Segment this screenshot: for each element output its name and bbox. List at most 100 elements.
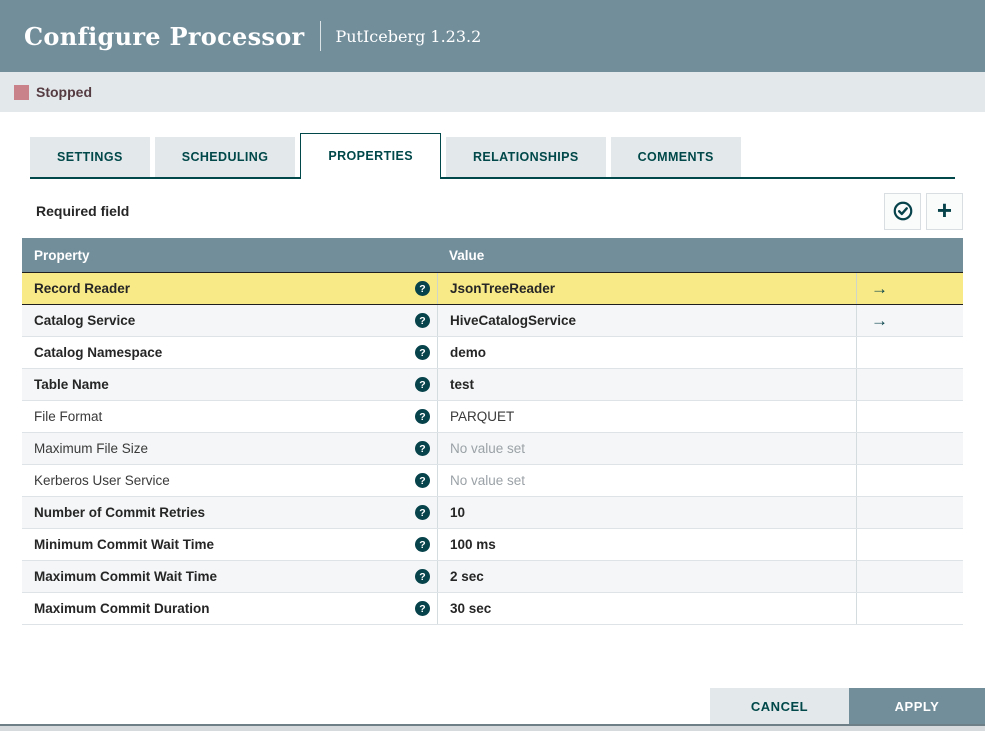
required-field-label: Required field: [36, 203, 130, 219]
value-cell[interactable]: 100 ms: [437, 529, 856, 560]
property-value: test: [450, 377, 475, 392]
table-row[interactable]: Kerberos User Service? No value set: [22, 465, 963, 497]
property-value: 100 ms: [450, 537, 496, 552]
actions-cell: [856, 593, 963, 624]
help-icon[interactable]: ?: [415, 441, 430, 456]
actions-cell: [856, 337, 963, 368]
property-value: No value set: [450, 473, 526, 488]
tab-comments[interactable]: COMMENTS: [610, 137, 741, 177]
property-cell: Table Name?: [22, 369, 437, 400]
value-cell[interactable]: PARQUET: [437, 401, 856, 432]
help-icon[interactable]: ?: [415, 281, 430, 296]
processor-type-version: PutIceberg 1.23.2: [335, 26, 482, 46]
property-cell: Maximum Commit Duration?: [22, 593, 437, 624]
table-row[interactable]: Catalog Service? HiveCatalogService →: [22, 305, 963, 337]
help-icon[interactable]: ?: [415, 537, 430, 552]
table-row[interactable]: Maximum Commit Duration? 30 sec: [22, 593, 963, 625]
dialog-footer: CANCEL APPLY: [710, 688, 985, 724]
verify-properties-button[interactable]: [884, 192, 921, 230]
table-row[interactable]: Table Name? test: [22, 369, 963, 401]
value-cell[interactable]: test: [437, 369, 856, 400]
tab-settings[interactable]: SETTINGS: [30, 137, 150, 177]
table-row[interactable]: Record Reader? JsonTreeReader →: [22, 272, 963, 305]
apply-button[interactable]: APPLY: [849, 688, 985, 724]
property-cell: Catalog Namespace?: [22, 337, 437, 368]
tab-properties[interactable]: PROPERTIES: [300, 133, 441, 179]
help-icon[interactable]: ?: [415, 569, 430, 584]
actions-cell: [856, 529, 963, 560]
add-property-button[interactable]: +: [926, 192, 963, 230]
value-cell[interactable]: demo: [437, 337, 856, 368]
cancel-button[interactable]: CANCEL: [710, 688, 849, 724]
property-cell: Number of Commit Retries?: [22, 497, 437, 528]
actions-cell: [856, 561, 963, 592]
tab-scheduling[interactable]: SCHEDULING: [154, 137, 296, 177]
property-cell: Catalog Service?: [22, 305, 437, 336]
property-name: Record Reader: [34, 281, 131, 296]
table-row[interactable]: Maximum Commit Wait Time? 2 sec: [22, 561, 963, 593]
property-name: File Format: [34, 409, 103, 424]
value-cell[interactable]: No value set: [437, 433, 856, 464]
table-row[interactable]: Catalog Namespace? demo: [22, 337, 963, 369]
actions-cell: [856, 401, 963, 432]
help-icon[interactable]: ?: [415, 601, 430, 616]
value-cell[interactable]: JsonTreeReader: [437, 273, 856, 304]
table-row[interactable]: Maximum File Size? No value set: [22, 433, 963, 465]
actions-cell: [856, 369, 963, 400]
help-icon[interactable]: ?: [415, 345, 430, 360]
property-value: HiveCatalogService: [450, 313, 577, 328]
help-icon[interactable]: ?: [415, 313, 430, 328]
property-cell: Minimum Commit Wait Time?: [22, 529, 437, 560]
property-name: Maximum File Size: [34, 441, 149, 456]
table-row[interactable]: Minimum Commit Wait Time? 100 ms: [22, 529, 963, 561]
status-bar: Stopped: [0, 72, 985, 112]
property-name: Kerberos User Service: [34, 473, 170, 488]
property-cell: File Format?: [22, 401, 437, 432]
property-name: Catalog Namespace: [34, 345, 163, 360]
dialog-header: Configure Processor PutIceberg 1.23.2: [0, 0, 985, 72]
go-to-service-icon[interactable]: →: [871, 280, 888, 297]
value-cell[interactable]: No value set: [437, 465, 856, 496]
help-icon[interactable]: ?: [415, 409, 430, 424]
property-cell: Record Reader?: [22, 273, 437, 304]
dialog-title: Configure Processor: [24, 21, 305, 51]
actions-cell: →: [856, 305, 963, 336]
actions-cell: →: [856, 273, 963, 304]
actions-cell: [856, 465, 963, 496]
property-name: Minimum Commit Wait Time: [34, 537, 215, 552]
configure-processor-dialog: Configure Processor PutIceberg 1.23.2 St…: [0, 0, 985, 731]
property-value: 30 sec: [450, 601, 492, 616]
value-cell[interactable]: 30 sec: [437, 593, 856, 624]
column-header-property: Property: [34, 247, 90, 263]
table-row[interactable]: File Format? PARQUET: [22, 401, 963, 433]
properties-toolbar: Required field +: [22, 192, 963, 230]
table-header: Property Value: [22, 238, 963, 272]
property-cell: Maximum Commit Wait Time?: [22, 561, 437, 592]
property-value: 2 sec: [450, 569, 484, 584]
help-icon[interactable]: ?: [415, 377, 430, 392]
value-cell[interactable]: 2 sec: [437, 561, 856, 592]
help-icon[interactable]: ?: [415, 473, 430, 488]
property-value: PARQUET: [450, 409, 515, 424]
tab-relationships[interactable]: RELATIONSHIPS: [445, 137, 606, 177]
property-value: No value set: [450, 441, 526, 456]
value-cell[interactable]: HiveCatalogService: [437, 305, 856, 336]
property-cell: Kerberos User Service?: [22, 465, 437, 496]
toolbar-buttons: +: [884, 192, 963, 230]
property-value: JsonTreeReader: [450, 281, 556, 296]
table-body: Record Reader? JsonTreeReader → Catalog Ser…: [22, 272, 963, 625]
properties-table: Property Value Record Reader? JsonTreeRea…: [22, 238, 963, 625]
property-name: Maximum Commit Duration: [34, 601, 210, 616]
column-header-value: Value: [449, 247, 485, 263]
stopped-status-icon: [14, 84, 29, 100]
property-value: 10: [450, 505, 466, 520]
table-row[interactable]: Number of Commit Retries? 10: [22, 497, 963, 529]
actions-cell: [856, 433, 963, 464]
canvas-edge: [0, 724, 985, 731]
property-name: Maximum Commit Wait Time: [34, 569, 218, 584]
help-icon[interactable]: ?: [415, 505, 430, 520]
status-label: Stopped: [36, 84, 92, 100]
plus-icon: +: [936, 194, 953, 225]
value-cell[interactable]: 10: [437, 497, 856, 528]
go-to-service-icon[interactable]: →: [871, 312, 888, 329]
